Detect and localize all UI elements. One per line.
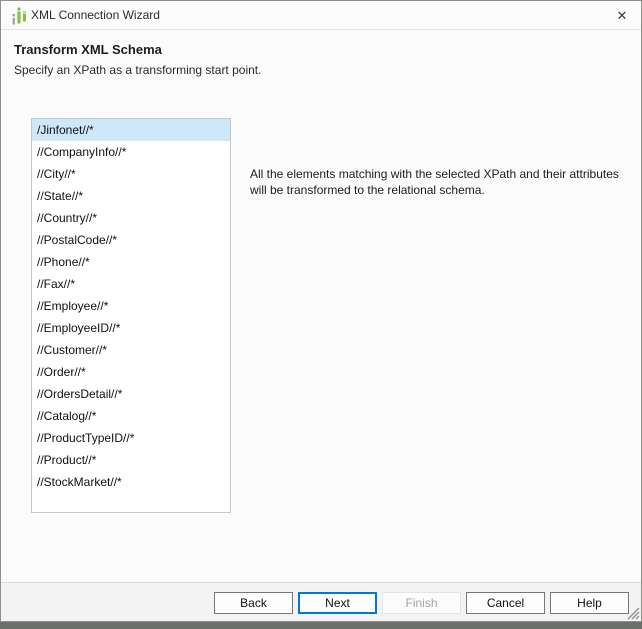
list-item[interactable]: //State//* (32, 185, 230, 207)
back-button[interactable]: Back (214, 592, 293, 614)
list-item[interactable]: //Customer//* (32, 339, 230, 361)
finish-button[interactable]: Finish (382, 592, 461, 614)
list-item[interactable]: //Catalog//* (32, 405, 230, 427)
page-subtitle: Specify an XPath as a transforming start… (14, 63, 261, 77)
button-row: Back Next Finish Cancel Help (214, 592, 629, 614)
list-item[interactable]: //Phone//* (32, 251, 230, 273)
list-item[interactable]: //ProductTypeID//* (32, 427, 230, 449)
list-item[interactable]: //Fax//* (32, 273, 230, 295)
description-line: will be transformed to the relational sc… (250, 182, 635, 198)
list-item[interactable]: //City//* (32, 163, 230, 185)
resize-grip-icon[interactable] (626, 606, 640, 620)
button-bar: Back Next Finish Cancel Help (1, 582, 641, 621)
description-line: All the elements matching with the selec… (250, 166, 635, 182)
list-item[interactable]: //Country//* (32, 207, 230, 229)
list-item[interactable]: //OrdersDetail//* (32, 383, 230, 405)
title-bar: XML Connection Wizard ✕ (1, 1, 641, 30)
wizard-dialog: XML Connection Wizard ✕ Transform XML Sc… (0, 0, 642, 622)
list-item[interactable]: /Jinfonet//* (32, 119, 230, 141)
list-item[interactable]: //Employee//* (32, 295, 230, 317)
page-title: Transform XML Schema (14, 42, 162, 57)
list-item[interactable]: //PostalCode//* (32, 229, 230, 251)
list-item[interactable]: //StockMarket//* (32, 471, 230, 493)
cancel-button[interactable]: Cancel (466, 592, 545, 614)
help-button[interactable]: Help (550, 592, 629, 614)
next-button[interactable]: Next (298, 592, 377, 614)
window-title: XML Connection Wizard (31, 1, 160, 30)
list-item[interactable]: //Product//* (32, 449, 230, 471)
app-logo-icon (10, 7, 28, 25)
list-item[interactable]: //EmployeeID//* (32, 317, 230, 339)
xpath-description: All the elements matching with the selec… (250, 166, 635, 198)
close-icon[interactable]: ✕ (609, 4, 635, 27)
list-item[interactable]: //Order//* (32, 361, 230, 383)
list-item[interactable]: //CompanyInfo//* (32, 141, 230, 163)
xpath-list[interactable]: /Jinfonet//*//CompanyInfo//*//City//*//S… (31, 118, 231, 513)
